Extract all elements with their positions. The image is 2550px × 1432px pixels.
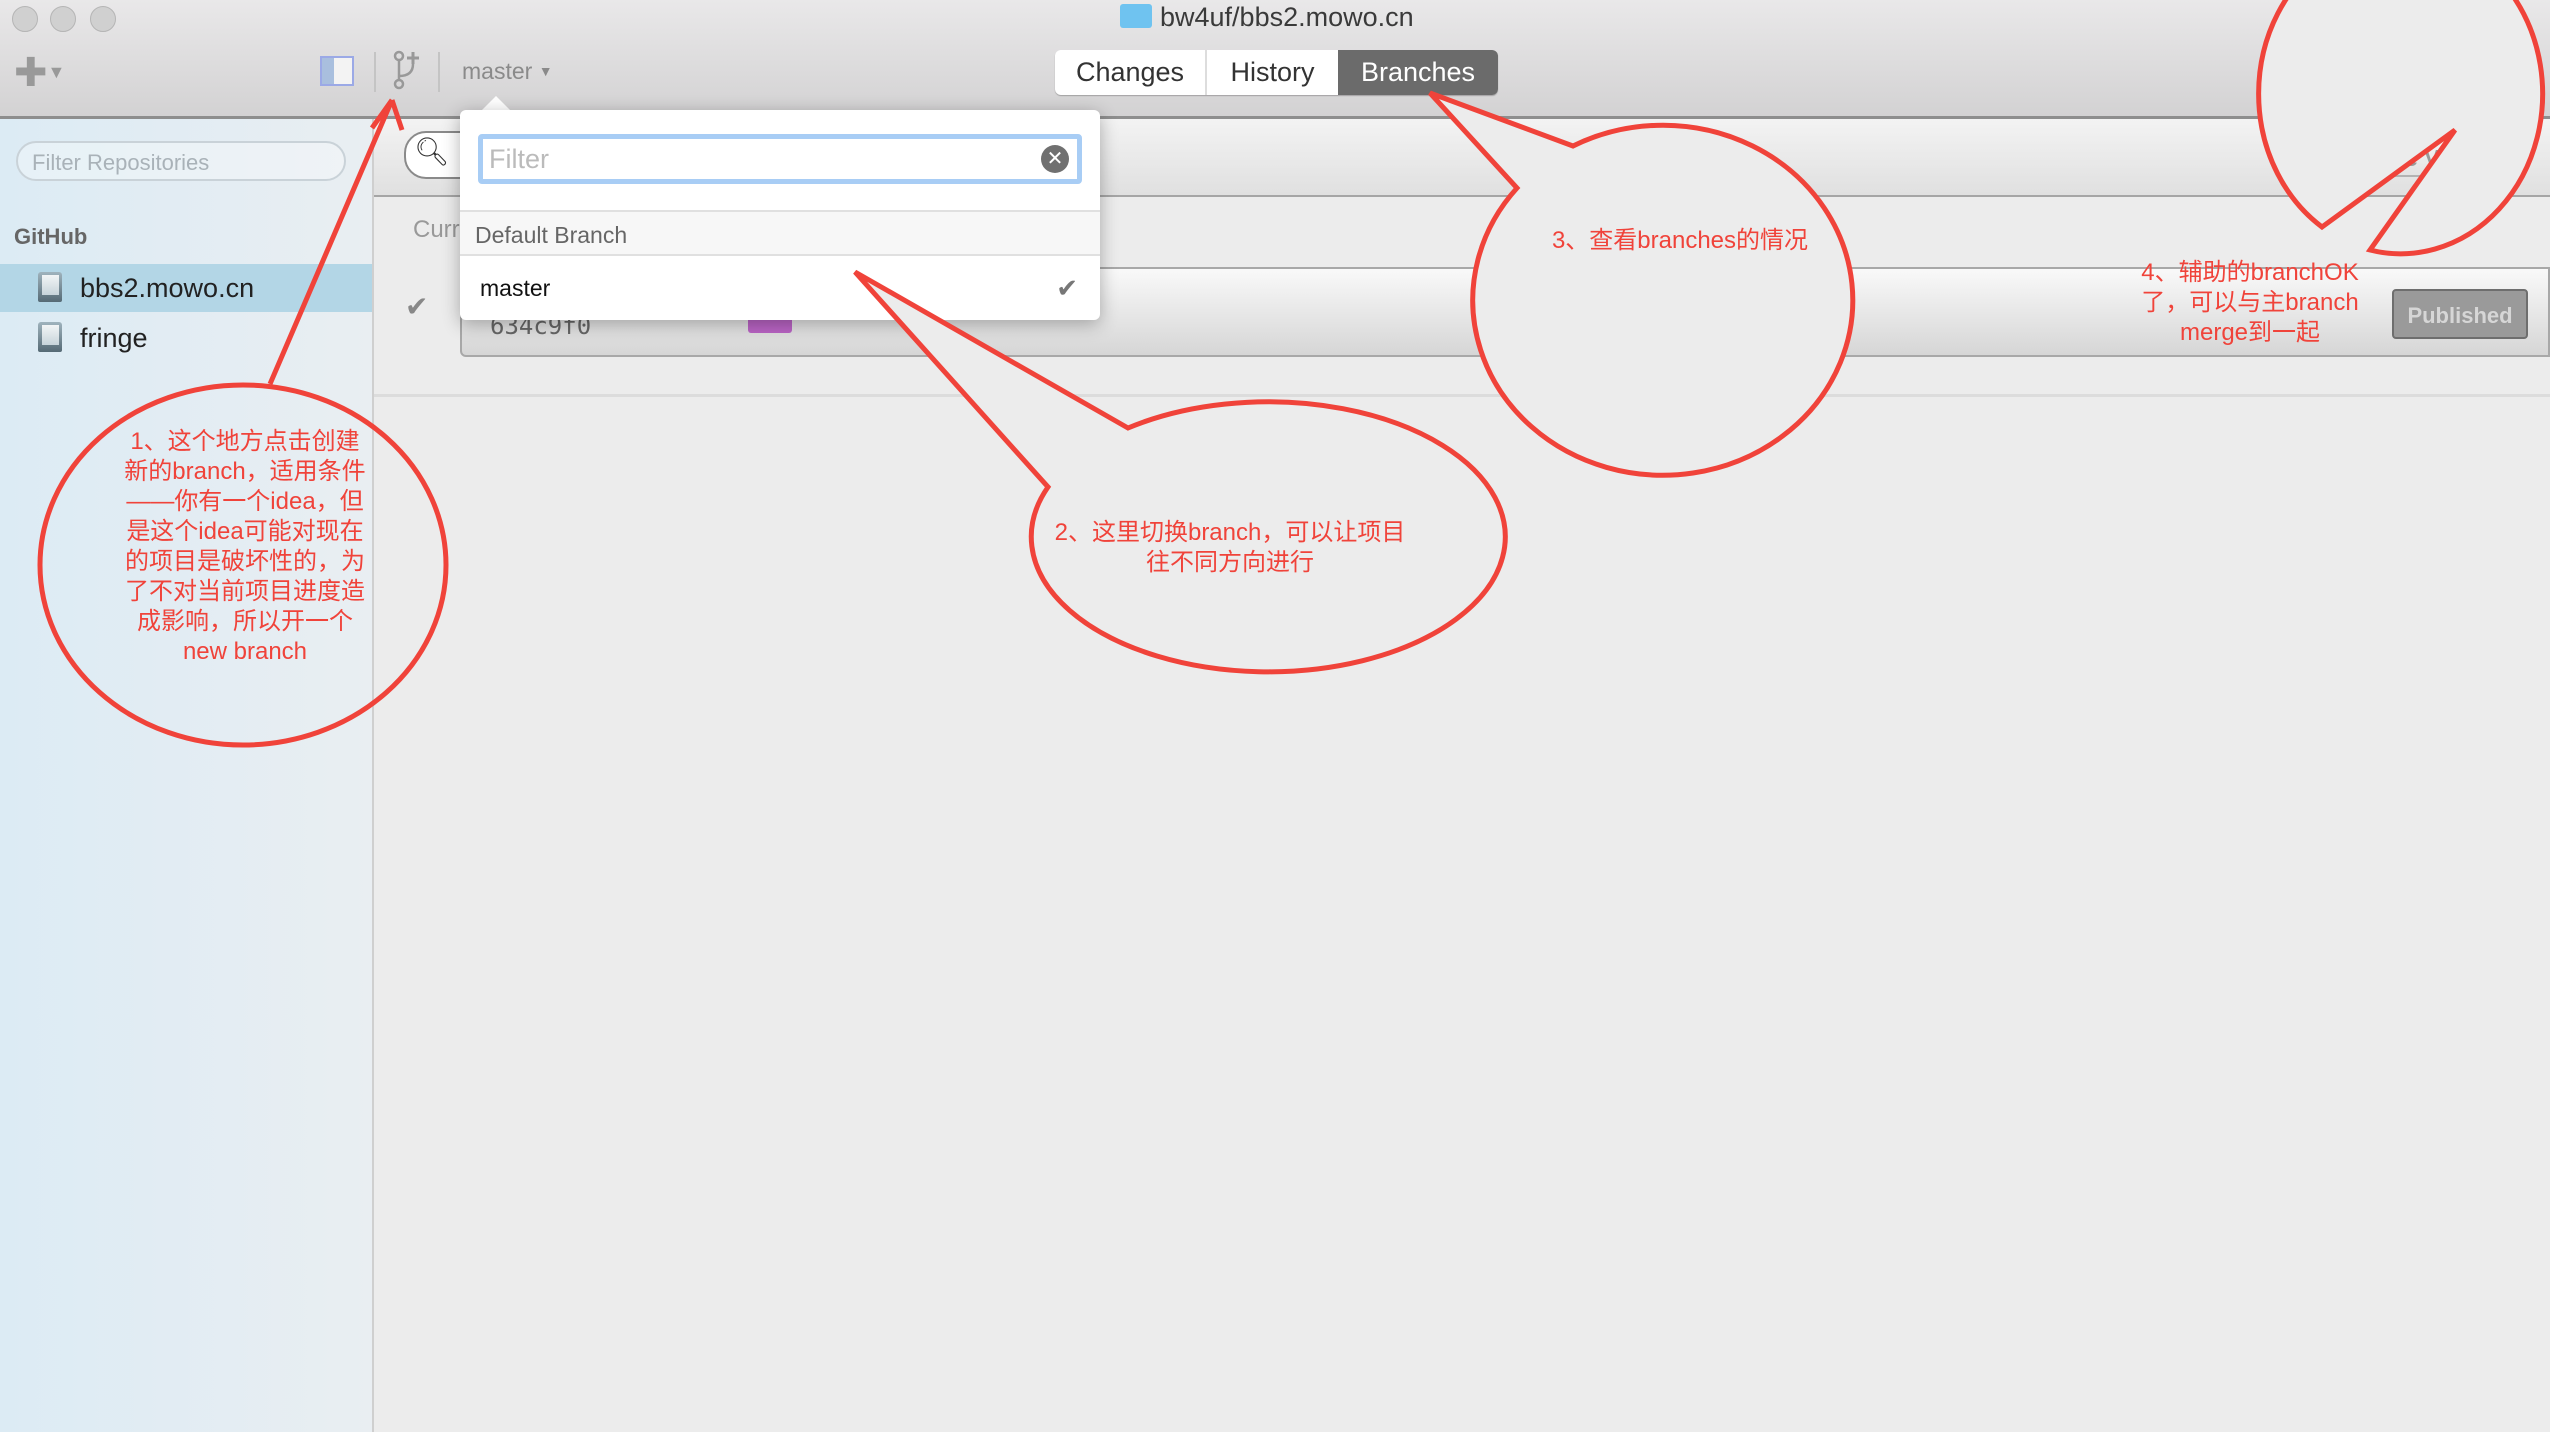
current-branch-label: master [462,58,533,84]
branch-filter-placeholder: Filter [489,144,549,174]
repository-icon [38,322,62,352]
pull-request-button[interactable] [2382,54,2412,90]
branch-switcher-popover: Filter ✕ Default Branch master ✔ [460,110,1100,320]
sidebar-item-label: fringe [80,323,148,353]
zoom-window-button[interactable] [90,6,116,32]
plus-icon: ✚ [14,51,48,95]
window-title-text: bw4uf/bbs2.mowo.cn [1160,2,1414,32]
window-title: bw4uf/bbs2.mowo.cn [1120,2,1414,33]
folder-icon [1120,4,1152,28]
branch-item-label: master [480,275,551,301]
toolbar-divider [2428,52,2430,92]
tab-branches[interactable]: Branches [1338,50,1498,95]
published-button[interactable]: Published [2392,289,2528,339]
merge-view-button[interactable]: Merge View ▲ ▼ [2324,135,2522,177]
clear-icon[interactable]: ✕ [1041,145,1069,173]
branch-plus-icon [393,50,419,90]
toolbar-divider [438,52,440,92]
current-branch-section-label: Curr [413,216,460,243]
sync-label: Sync [2471,60,2529,87]
repository-sidebar: Filter Repositories GitHub bbs2.mowo.cn … [0,119,374,1432]
search-icon: 🔍︎ [414,136,450,167]
annotation-3-text: 3、查看branches的情况 [1551,227,1809,254]
sync-icon: ⟳ [2446,55,2472,88]
repository-icon [38,272,62,302]
sidebar-item-fringe[interactable]: fringe [0,314,372,362]
checkmark-icon: ✔ [405,291,429,322]
view-tabs: Changes History Branches [1055,50,1498,95]
checkmark-icon: ✔ [1056,273,1078,303]
sidebar-toggle-icon[interactable] [320,56,354,86]
merge-view-label: Merge View [2350,145,2477,171]
minimize-window-button[interactable] [50,6,76,32]
annotation-4-text: 4、辅助的branchOK了，可以与主branch merge到一起 [2141,259,2359,346]
create-branch-button[interactable] [393,50,425,90]
add-repository-button[interactable]: ✚▼ [14,52,65,93]
chevron-down-icon: ▼ [47,62,66,82]
filter-repositories-input[interactable]: Filter Repositories [16,141,346,181]
sidebar-group-github: GitHub [14,224,88,249]
title-toolbar: bw4uf/bbs2.mowo.cn ✚▼ master ▼ Changes H… [0,0,2550,119]
annotation-layer [37,0,2546,748]
tab-changes[interactable]: Changes [1055,50,1207,95]
updown-chevron-icon: ▲ ▼ [2496,143,2510,175]
annotation-1-text: 1、这个地方点击创建新的branch，适用条件——你有一个idea，但是这个id… [124,428,366,665]
sidebar-item-label: bbs2.mowo.cn [80,273,255,303]
sidebar-item-bbs2[interactable]: bbs2.mowo.cn [0,264,372,312]
branch-filter-input[interactable]: Filter ✕ [478,134,1082,184]
default-branch-section: Default Branch [460,210,1100,256]
close-window-button[interactable] [12,6,38,32]
tab-history[interactable]: History [1207,50,1338,95]
current-branch-dropdown[interactable]: master ▼ [462,58,553,85]
toolbar-divider [374,52,376,92]
sync-button[interactable]: ⟳Sync [2446,54,2529,89]
pull-request-icon [2382,54,2411,90]
section-divider [374,394,2550,397]
annotation-2-text: 2、这里切换branch，可以让项目往不同方向进行 [1054,519,1406,576]
chevron-down-icon: ▼ [538,63,553,79]
branch-item-master[interactable]: master ✔ [460,258,1100,318]
